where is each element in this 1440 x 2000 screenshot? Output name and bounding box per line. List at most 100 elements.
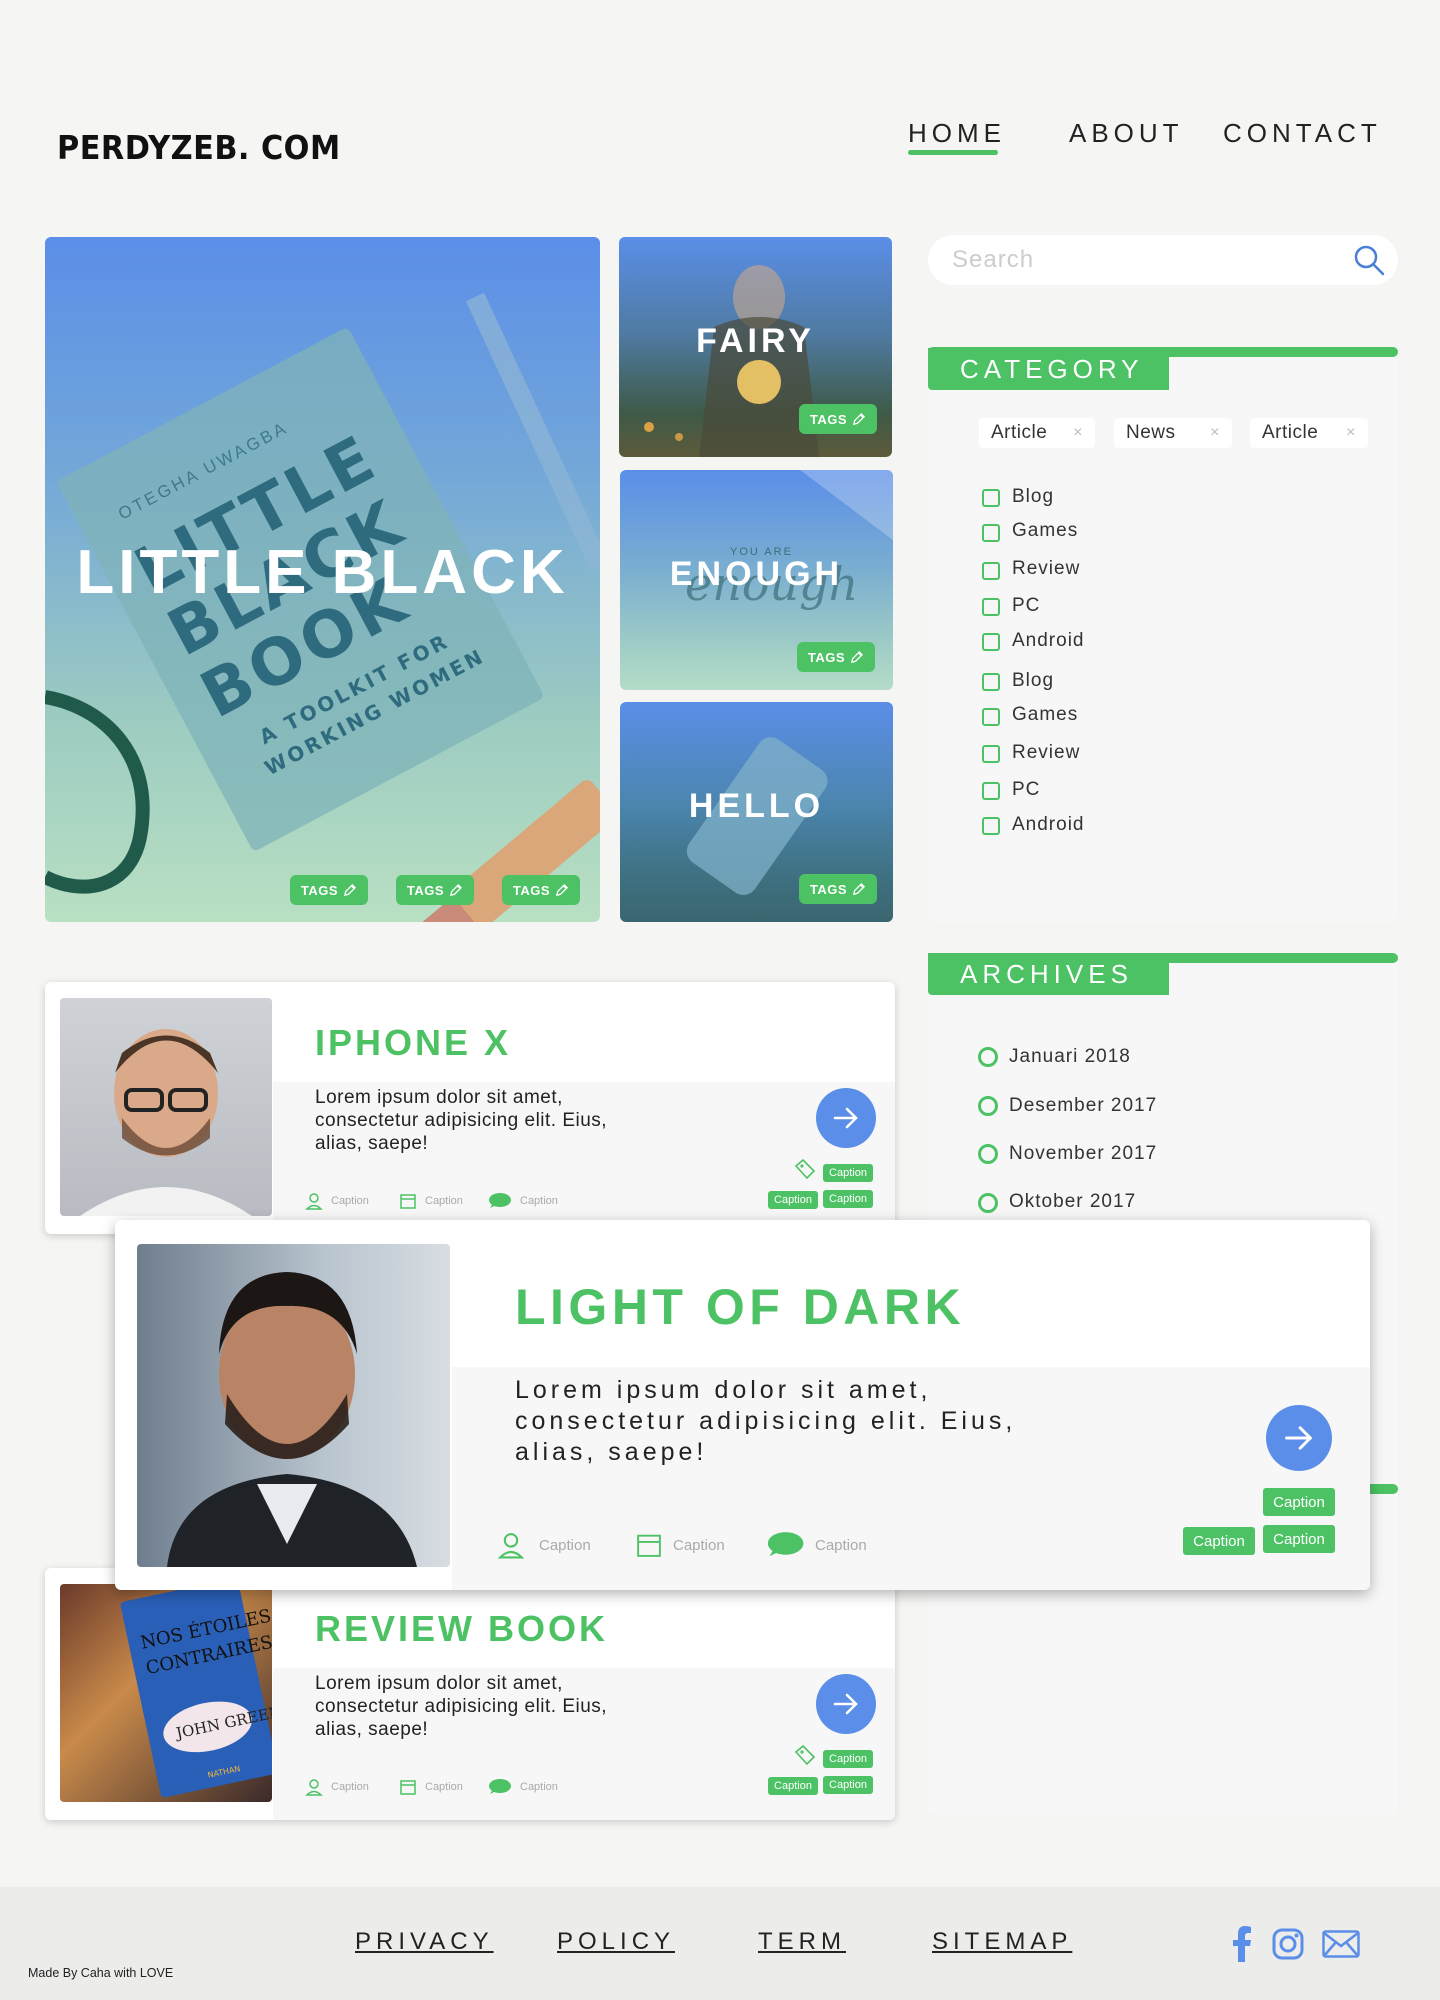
tag-badge[interactable]: TAGS (797, 642, 875, 672)
search-bar (928, 235, 1398, 285)
read-more-button[interactable] (816, 1088, 876, 1148)
hero-tile-fairy[interactable]: FAIRY TAGS (619, 237, 892, 457)
date-meta[interactable]: Caption (635, 1530, 725, 1560)
caption-badge[interactable]: Caption (1263, 1525, 1335, 1553)
nav-contact[interactable]: CONTACT (1223, 118, 1382, 149)
archive-radio[interactable] (978, 1144, 998, 1164)
read-more-button[interactable] (816, 1674, 876, 1734)
article-title[interactable]: IPHONE X (315, 1022, 511, 1064)
date-meta[interactable]: Caption (399, 1192, 463, 1210)
tag-badge[interactable]: TAGS (799, 874, 877, 904)
close-icon[interactable]: × (1073, 424, 1083, 442)
category-checkbox[interactable] (982, 817, 1000, 835)
comment-meta[interactable]: Caption (486, 1778, 558, 1796)
category-checkbox[interactable] (982, 673, 1000, 691)
excerpt-line: Lorem ipsum dolor sit amet, (515, 1376, 932, 1404)
search-input[interactable] (952, 245, 1332, 275)
arrow-right-icon (833, 1107, 858, 1129)
article-photo[interactable]: NOS ÉTOILES CONTRAIRES JOHN GREEN NATHAN (60, 1584, 272, 1802)
excerpt-line: consectetur adipisicing elit. Eius, (515, 1407, 1017, 1435)
caption-badge[interactable]: Caption (823, 1750, 873, 1768)
caption-badge[interactable]: Caption (768, 1191, 818, 1209)
caption-badge[interactable]: Caption (1183, 1527, 1255, 1555)
category-label: Review (1012, 558, 1081, 579)
chip-label: Article (1262, 422, 1319, 443)
date-meta[interactable]: Caption (399, 1778, 463, 1796)
archive-label[interactable]: Oktober 2017 (1009, 1191, 1136, 1213)
tile-title: HELLO (688, 787, 825, 825)
caption-badge[interactable]: Caption (823, 1776, 873, 1794)
read-more-button[interactable] (1266, 1405, 1332, 1471)
featured-article-card[interactable]: LIGHT OF DARK Lorem ipsum dolor sit amet… (115, 1220, 1370, 1590)
nav-home[interactable]: HOME (908, 118, 1006, 149)
author-meta[interactable]: Caption (305, 1192, 369, 1210)
category-checkbox[interactable] (982, 562, 1000, 580)
nav-about[interactable]: ABOUT (1069, 118, 1184, 149)
filter-chip[interactable]: News × (1114, 418, 1232, 448)
archive-radio[interactable] (978, 1047, 998, 1067)
search-icon[interactable] (1352, 243, 1386, 277)
caption-badge[interactable]: Caption (768, 1777, 818, 1795)
comment-icon (489, 1193, 511, 1208)
category-checkbox[interactable] (982, 745, 1000, 763)
archive-radio[interactable] (978, 1193, 998, 1213)
archive-label[interactable]: Januari 2018 (1009, 1046, 1131, 1068)
comment-meta[interactable]: Caption (486, 1192, 558, 1210)
close-icon[interactable]: × (1346, 424, 1356, 442)
article-card[interactable]: NOS ÉTOILES CONTRAIRES JOHN GREEN NATHAN… (45, 1568, 895, 1820)
article-photo[interactable] (137, 1244, 450, 1567)
calendar-icon (400, 1194, 416, 1209)
archive-label[interactable]: November 2017 (1009, 1143, 1157, 1165)
facebook-icon[interactable] (1232, 1926, 1252, 1962)
tag-badge[interactable]: TAGS (502, 875, 580, 905)
close-icon[interactable]: × (1210, 424, 1220, 442)
tag-label: TAGS (406, 882, 445, 898)
category-checkbox[interactable] (982, 708, 1000, 726)
pencil-icon (850, 650, 864, 663)
tag-badge[interactable]: TAGS (290, 875, 368, 905)
category-checkbox[interactable] (982, 598, 1000, 616)
archive-radio[interactable] (978, 1096, 998, 1116)
category-checkbox[interactable] (982, 489, 1000, 507)
footer-link-term[interactable]: TERM (758, 1928, 846, 1956)
category-checkbox[interactable] (982, 633, 1000, 651)
article-card[interactable]: IPHONE X Lorem ipsum dolor sit amet, con… (45, 982, 895, 1234)
tag-badge[interactable]: TAGS (799, 404, 877, 434)
caption-badge[interactable]: Caption (823, 1164, 873, 1182)
category-label: Android (1012, 630, 1085, 651)
book-cover-photo: NOS ÉTOILES CONTRAIRES JOHN GREEN NATHAN (120, 1584, 272, 1798)
excerpt-line: consectetur adipisicing elit. Eius, (315, 1110, 608, 1131)
category-heading: CATEGORY (928, 348, 1169, 390)
filter-chip[interactable]: Article × (979, 418, 1095, 448)
article-title[interactable]: LIGHT OF DARK (515, 1278, 965, 1336)
comment-meta[interactable]: Caption (763, 1530, 867, 1560)
author-meta[interactable]: Caption (497, 1530, 591, 1560)
article-excerpt: Lorem ipsum dolor sit amet, consectetur … (315, 1086, 607, 1155)
category-checkbox[interactable] (982, 782, 1000, 800)
tag-badge[interactable]: TAGS (396, 875, 474, 905)
footer-link-privacy[interactable]: PRIVACY (355, 1928, 494, 1956)
hero-tile-enough[interactable]: YOU ARE enough ENOUGH TAGS (620, 470, 893, 690)
instagram-icon[interactable] (1272, 1928, 1304, 1960)
author-meta[interactable]: Caption (305, 1778, 369, 1796)
pencil-icon (449, 883, 463, 896)
article-photo[interactable] (60, 998, 272, 1216)
user-icon (305, 1193, 323, 1210)
meta-caption: Caption (520, 1195, 558, 1207)
footer-link-sitemap[interactable]: SITEMAP (932, 1928, 1072, 1956)
category-label: Android (1012, 814, 1085, 835)
site-logo[interactable]: PERDYZEB. COM (57, 128, 341, 167)
meta-caption: Caption (425, 1195, 463, 1207)
article-title[interactable]: REVIEW BOOK (315, 1608, 608, 1650)
hero-tile-hello[interactable]: HELLO TAGS (620, 702, 893, 922)
hero-main-tile[interactable]: OTEGHA UWAGBA LITTLE BLACK BOOK A TOOLKI… (45, 237, 600, 922)
tag-icon (794, 1744, 816, 1766)
mail-icon[interactable] (1322, 1930, 1360, 1958)
archive-label[interactable]: Desember 2017 (1009, 1095, 1157, 1117)
category-checkbox[interactable] (982, 524, 1000, 542)
footer-link-policy[interactable]: POLICY (557, 1928, 675, 1956)
caption-badge[interactable]: Caption (823, 1190, 873, 1208)
filter-chip[interactable]: Article × (1250, 418, 1368, 448)
calendar-icon (637, 1534, 661, 1557)
caption-badge[interactable]: Caption (1263, 1488, 1335, 1516)
